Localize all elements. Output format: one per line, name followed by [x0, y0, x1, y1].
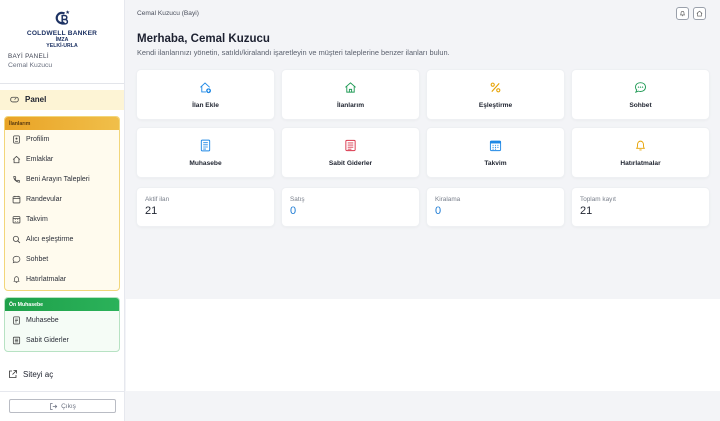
card-ilan-ekle[interactable]: İlan Ekle	[137, 70, 274, 119]
sidebar-item-label: Randevular	[26, 196, 62, 204]
card-label: İlan Ekle	[192, 101, 219, 109]
card-sabit-giderler[interactable]: Sabit Giderler	[282, 128, 419, 177]
logout-icon	[49, 402, 58, 411]
search-icon	[12, 235, 21, 244]
page-title: Merhaba, Cemal Kuzucu	[137, 33, 270, 45]
stat-value: 0	[290, 205, 297, 217]
chat-icon	[12, 255, 21, 264]
sidebar-item-muhasebe[interactable]: Muhasebe	[5, 311, 119, 331]
card-label: Takvim	[484, 159, 507, 167]
bell-icon	[634, 139, 647, 152]
bell-icon	[12, 275, 21, 284]
external-link-icon	[8, 369, 18, 379]
phone-icon	[12, 175, 21, 184]
stat-label: Satış	[290, 196, 305, 203]
content-panel	[126, 299, 720, 391]
card-label: Sohbet	[629, 101, 652, 109]
card-muhasebe[interactable]: Muhasebe	[137, 128, 274, 177]
calendar-icon	[12, 195, 21, 204]
open-site-link[interactable]: Siteyi aç	[8, 369, 53, 379]
breadcrumb: Cemal Kuzucu (Bayi)	[137, 10, 199, 17]
home-icon	[696, 10, 703, 17]
sidebar-item-label: Profilim	[26, 136, 50, 144]
chat-icon	[634, 81, 647, 94]
open-site-label: Siteyi aç	[23, 369, 54, 379]
sidebar-item-beni-arayin[interactable]: Beni Arayın Talepleri	[5, 170, 119, 190]
sidebar-item-profilim[interactable]: Profilim	[5, 130, 119, 150]
calendar-grid-icon	[489, 139, 502, 152]
logout-button[interactable]: Çıkış	[9, 399, 116, 413]
sidebar-item-hatirlatmalar[interactable]: Hatırlatmalar	[5, 270, 119, 290]
dashboard-icon	[10, 95, 19, 104]
home-icon	[344, 81, 357, 94]
nav-group-title: İlanlarım	[5, 116, 119, 130]
sidebar-item-panel[interactable]: Panel	[0, 89, 124, 110]
sidebar-bottom-divider	[0, 391, 125, 392]
stat-label: Toplam kayıt	[580, 196, 616, 203]
sidebar-item-label: Alıcı eşleştirme	[26, 236, 74, 244]
nav-group-accounting: Ön Muhasebe Muhasebe Sabit Giderler	[4, 296, 120, 352]
brand-sub-2: YELKİ-URLA	[46, 43, 78, 50]
sidebar-item-emlaklar[interactable]: Emlaklar	[5, 150, 119, 170]
logout-label: Çıkış	[61, 402, 76, 410]
main-area: Cemal Kuzucu (Bayi) Merhaba, Cemal Kuzuc…	[126, 0, 720, 421]
sidebar-item-alici-eslestirme[interactable]: Alıcı eşleştirme	[5, 230, 119, 250]
home-add-icon	[199, 81, 212, 94]
sidebar-item-sohbet[interactable]: Sohbet	[5, 250, 119, 270]
ledger-icon	[199, 139, 212, 152]
top-bar: Cemal Kuzucu (Bayi)	[126, 0, 720, 25]
receipt-icon	[12, 336, 21, 345]
nav-group-listings: İlanlarım Profilim Emlaklar Beni Arayın …	[4, 115, 120, 291]
sidebar-item-label: Beni Arayın Talepleri	[26, 176, 90, 184]
panel-label: BAYİ PANELİ	[8, 52, 49, 60]
stat-value: 0	[435, 205, 442, 217]
card-label: Eşleştirme	[478, 101, 513, 109]
sidebar-item-label: Muhasebe	[26, 317, 59, 325]
stat-active-listings: Aktif ilan 21	[137, 188, 274, 226]
ledger-icon	[12, 316, 21, 325]
stat-label: Aktif ilan	[145, 196, 170, 203]
card-label: Hatırlatmalar	[620, 159, 661, 167]
sidebar-item-takvim[interactable]: Takvim	[5, 210, 119, 230]
sidebar: COLDWELL BANKER İMZA YELKİ-URLA BAYİ PAN…	[0, 0, 125, 421]
notifications-button[interactable]	[676, 7, 689, 20]
receipt-icon	[344, 139, 357, 152]
stat-sales: Satış 0	[282, 188, 419, 226]
bell-icon	[679, 10, 686, 17]
stat-rentals: Kiralama 0	[427, 188, 564, 226]
card-eslestirme[interactable]: Eşleştirme	[427, 70, 564, 119]
card-sohbet[interactable]: Sohbet	[572, 70, 709, 119]
card-label: Muhasebe	[189, 159, 222, 167]
home-icon	[12, 155, 21, 164]
sidebar-item-sabit-giderler[interactable]: Sabit Giderler	[5, 331, 119, 351]
stat-label: Kiralama	[435, 196, 461, 203]
page-subtitle: Kendi ilanlarınızı yönetin, satıldı/kira…	[137, 48, 450, 57]
brand: COLDWELL BANKER İMZA YELKİ-URLA BAYİ PAN…	[0, 0, 124, 75]
nav-group-title: Ön Muhasebe	[5, 297, 119, 311]
card-label: Sabit Giderler	[328, 159, 373, 167]
sidebar-item-label: Sabit Giderler	[26, 337, 69, 345]
sidebar-item-label: Takvim	[26, 216, 48, 224]
card-label: İlanlarım	[336, 101, 365, 109]
stat-value: 21	[580, 205, 593, 217]
sidebar-item-label: Panel	[25, 95, 47, 105]
panel-user: Cemal Kuzucu	[8, 61, 53, 69]
sidebar-item-label: Sohbet	[26, 256, 49, 264]
stat-value: 21	[145, 205, 158, 217]
sidebar-divider	[0, 82, 124, 84]
coldwell-banker-logo	[55, 10, 70, 25]
sidebar-item-label: Emlaklar	[26, 156, 54, 164]
brand-name: COLDWELL BANKER	[26, 30, 98, 37]
sidebar-item-label: Hatırlatmalar	[26, 276, 67, 284]
card-ilanlarim[interactable]: İlanlarım	[282, 70, 419, 119]
sidebar-item-randevular[interactable]: Randevular	[5, 190, 119, 210]
home-button[interactable]	[693, 7, 706, 20]
card-takvim[interactable]: Takvim	[427, 128, 564, 177]
id-card-icon	[12, 135, 21, 144]
card-hatirlatmalar[interactable]: Hatırlatmalar	[572, 128, 709, 177]
percent-icon	[489, 81, 502, 94]
stat-total-records: Toplam kayıt 21	[572, 188, 709, 226]
calendar-grid-icon	[12, 215, 21, 224]
